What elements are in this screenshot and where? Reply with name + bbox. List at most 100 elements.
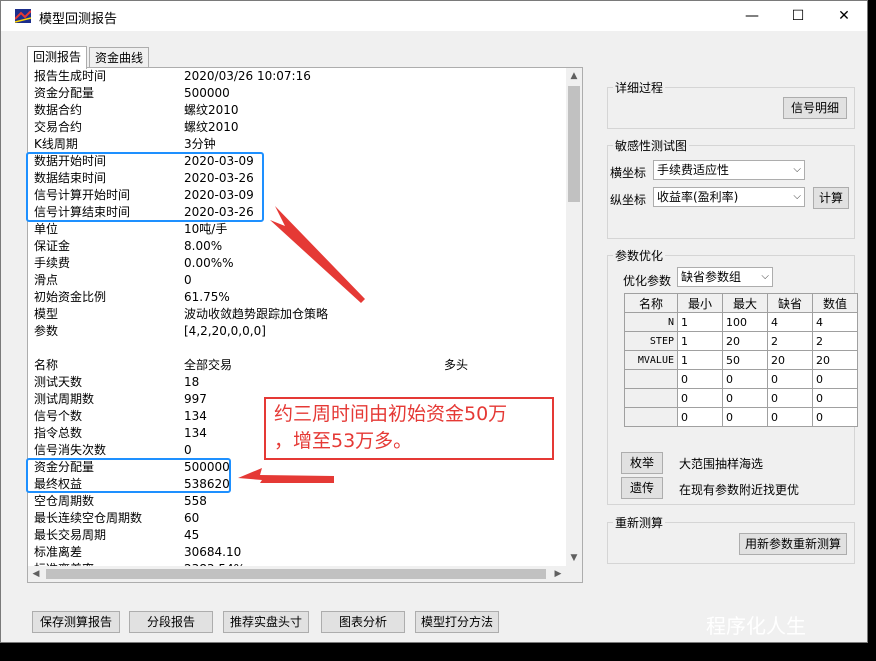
param-value-cell[interactable]: 1 (677, 312, 723, 332)
report-row-label: 报告生成时间 (34, 69, 107, 83)
maximize-button[interactable]: ☐ (775, 1, 821, 31)
report-row-value: 45 (184, 528, 200, 542)
report-row-label: 空仓周期数 (34, 494, 95, 508)
report-row: 手续费 0.00%% (28, 255, 566, 272)
param-value-cell[interactable]: 0 (812, 407, 858, 427)
vertical-scrollbar[interactable]: ▲ ▼ (566, 68, 582, 582)
report-row: 初始资金比例 61.75% (28, 289, 566, 306)
report-row-label: 测试周期数 (34, 392, 95, 406)
app-icon (15, 9, 31, 23)
title-bar: 模型回测报告 — ☐ ✕ (1, 1, 867, 31)
report-row-value: 2020/03/26 10:07:16 (184, 69, 311, 83)
report-row-value: 波动收敛趋势跟踪加仓策略 (184, 307, 329, 321)
report-row-value: [4,2,20,0,0,0] (184, 324, 266, 338)
param-row: 0000 (624, 388, 858, 408)
report-row-value-long: 多头 (444, 358, 469, 372)
report-row: 交易合约 螺纹2010 (28, 119, 566, 136)
report-row-value: 30684.10 (184, 545, 242, 559)
param-name-cell: MVALUE (624, 350, 678, 370)
x-axis-select[interactable]: 手续费适应性 ⌵ (653, 160, 805, 180)
report-row-label: 模型 (34, 307, 59, 321)
genetic-button[interactable]: 遗传 (621, 477, 663, 499)
segment-report-button[interactable]: 分段报告 (129, 611, 213, 633)
param-value-cell[interactable]: 0 (722, 407, 768, 427)
param-value-cell[interactable]: 4 (812, 312, 858, 332)
model-scoring-button[interactable]: 模型打分方法 (415, 611, 499, 633)
param-value-cell[interactable]: 50 (722, 350, 768, 370)
param-row: MVALUE 1 50 20 20 (624, 350, 858, 370)
x-axis-label: 横坐标 (610, 166, 647, 180)
recommend-position-button[interactable]: 推荐实盘头寸 (223, 611, 309, 633)
signal-detail-button[interactable]: 信号明细 (783, 97, 847, 119)
report-row: 滑点 0 (28, 272, 566, 289)
param-value-cell[interactable]: 20 (812, 350, 858, 370)
param-value-cell[interactable]: 20 (722, 331, 768, 351)
param-name-cell: N (624, 312, 678, 332)
report-row: 名称 全部交易 多头 (28, 357, 566, 374)
tab-equity-curve[interactable]: 资金曲线 (89, 47, 150, 68)
param-value-cell[interactable]: 4 (767, 312, 813, 332)
minimize-button[interactable]: — (729, 1, 775, 31)
chart-analysis-button[interactable]: 图表分析 (321, 611, 405, 633)
enumerate-description: 大范围抽样海选 (679, 457, 764, 471)
param-value-cell[interactable]: 0 (722, 369, 768, 389)
param-value-cell[interactable]: 1 (677, 331, 723, 351)
report-row-value: 8.00% (184, 239, 223, 253)
param-header-cell: 最小 (677, 293, 723, 313)
param-value-cell[interactable]: 0 (677, 388, 723, 408)
scroll-thumb[interactable] (568, 86, 580, 202)
recalculate-button[interactable]: 用新参数重新测算 (739, 533, 847, 555)
param-name-cell (624, 407, 678, 427)
close-button[interactable]: ✕ (821, 1, 867, 31)
param-value-cell[interactable]: 2 (767, 331, 813, 351)
optimization-group-label: 参数优化 (613, 247, 666, 264)
param-value-cell[interactable]: 0 (767, 369, 813, 389)
param-value-cell[interactable]: 2 (812, 331, 858, 351)
scroll-right-icon[interactable]: ▶ (550, 566, 566, 582)
tab-backtest-report[interactable]: 回测报告 (27, 46, 88, 69)
param-row: STEP 1 20 2 2 (624, 331, 858, 351)
report-row: 报告生成时间 2020/03/26 10:07:16 (28, 68, 566, 85)
calculate-button[interactable]: 计算 (813, 187, 849, 209)
scroll-left-icon[interactable]: ◀ (28, 566, 44, 582)
param-value-cell[interactable]: 0 (722, 388, 768, 408)
report-row-label: 手续费 (34, 256, 71, 270)
param-table[interactable]: 名称 最小 最大 缺省 数值 N 1 100 4 4 STEP 1 20 2 2 MVALUE 1 50 20 20 0… (624, 293, 858, 427)
param-group-select[interactable]: 缺省参数组 ⌵ (677, 267, 773, 287)
chevron-down-icon: ⌵ (793, 191, 801, 202)
report-row-value: 0 (184, 443, 192, 457)
horizontal-scrollbar[interactable]: ◀ ▶ (28, 566, 566, 582)
report-row-value: 500000 (184, 86, 230, 100)
param-value-cell[interactable]: 0 (677, 369, 723, 389)
param-value-cell[interactable]: 0 (767, 407, 813, 427)
enumerate-button[interactable]: 枚举 (621, 452, 663, 474)
param-row: 0000 (624, 407, 858, 427)
report-row-label: 滑点 (34, 273, 59, 287)
report-row-label: 最长连续空仓周期数 (34, 511, 143, 525)
param-value-cell[interactable]: 0 (767, 388, 813, 408)
param-value-cell[interactable]: 1 (677, 350, 723, 370)
param-value-cell[interactable]: 20 (767, 350, 813, 370)
param-value-cell[interactable]: 0 (812, 388, 858, 408)
scroll-up-icon[interactable]: ▲ (566, 68, 582, 84)
report-row-value: 0.00%% (184, 256, 234, 270)
x-axis-value: 手续费适应性 (657, 163, 730, 177)
equity-highlight (26, 458, 231, 493)
detail-group-label: 详细过程 (613, 79, 666, 96)
param-name-cell (624, 369, 678, 389)
param-value-cell[interactable]: 0 (677, 407, 723, 427)
report-row-value: 558 (184, 494, 207, 508)
report-row-value: 螺纹2010 (184, 120, 239, 134)
chevron-down-icon: ⌵ (761, 271, 769, 282)
y-axis-value: 收益率(盈利率) (657, 190, 739, 204)
param-value-cell[interactable]: 100 (722, 312, 768, 332)
report-row-label: 最长交易周期 (34, 528, 107, 542)
report-row-label: 单位 (34, 222, 59, 236)
report-row: 参数 [4,2,20,0,0,0] (28, 323, 566, 340)
param-name-cell: STEP (624, 331, 678, 351)
param-value-cell[interactable]: 0 (812, 369, 858, 389)
save-report-button[interactable]: 保存测算报告 (32, 611, 120, 633)
hscroll-thumb[interactable] (46, 569, 546, 579)
scroll-down-icon[interactable]: ▼ (566, 550, 582, 566)
y-axis-select[interactable]: 收益率(盈利率) ⌵ (653, 187, 805, 207)
